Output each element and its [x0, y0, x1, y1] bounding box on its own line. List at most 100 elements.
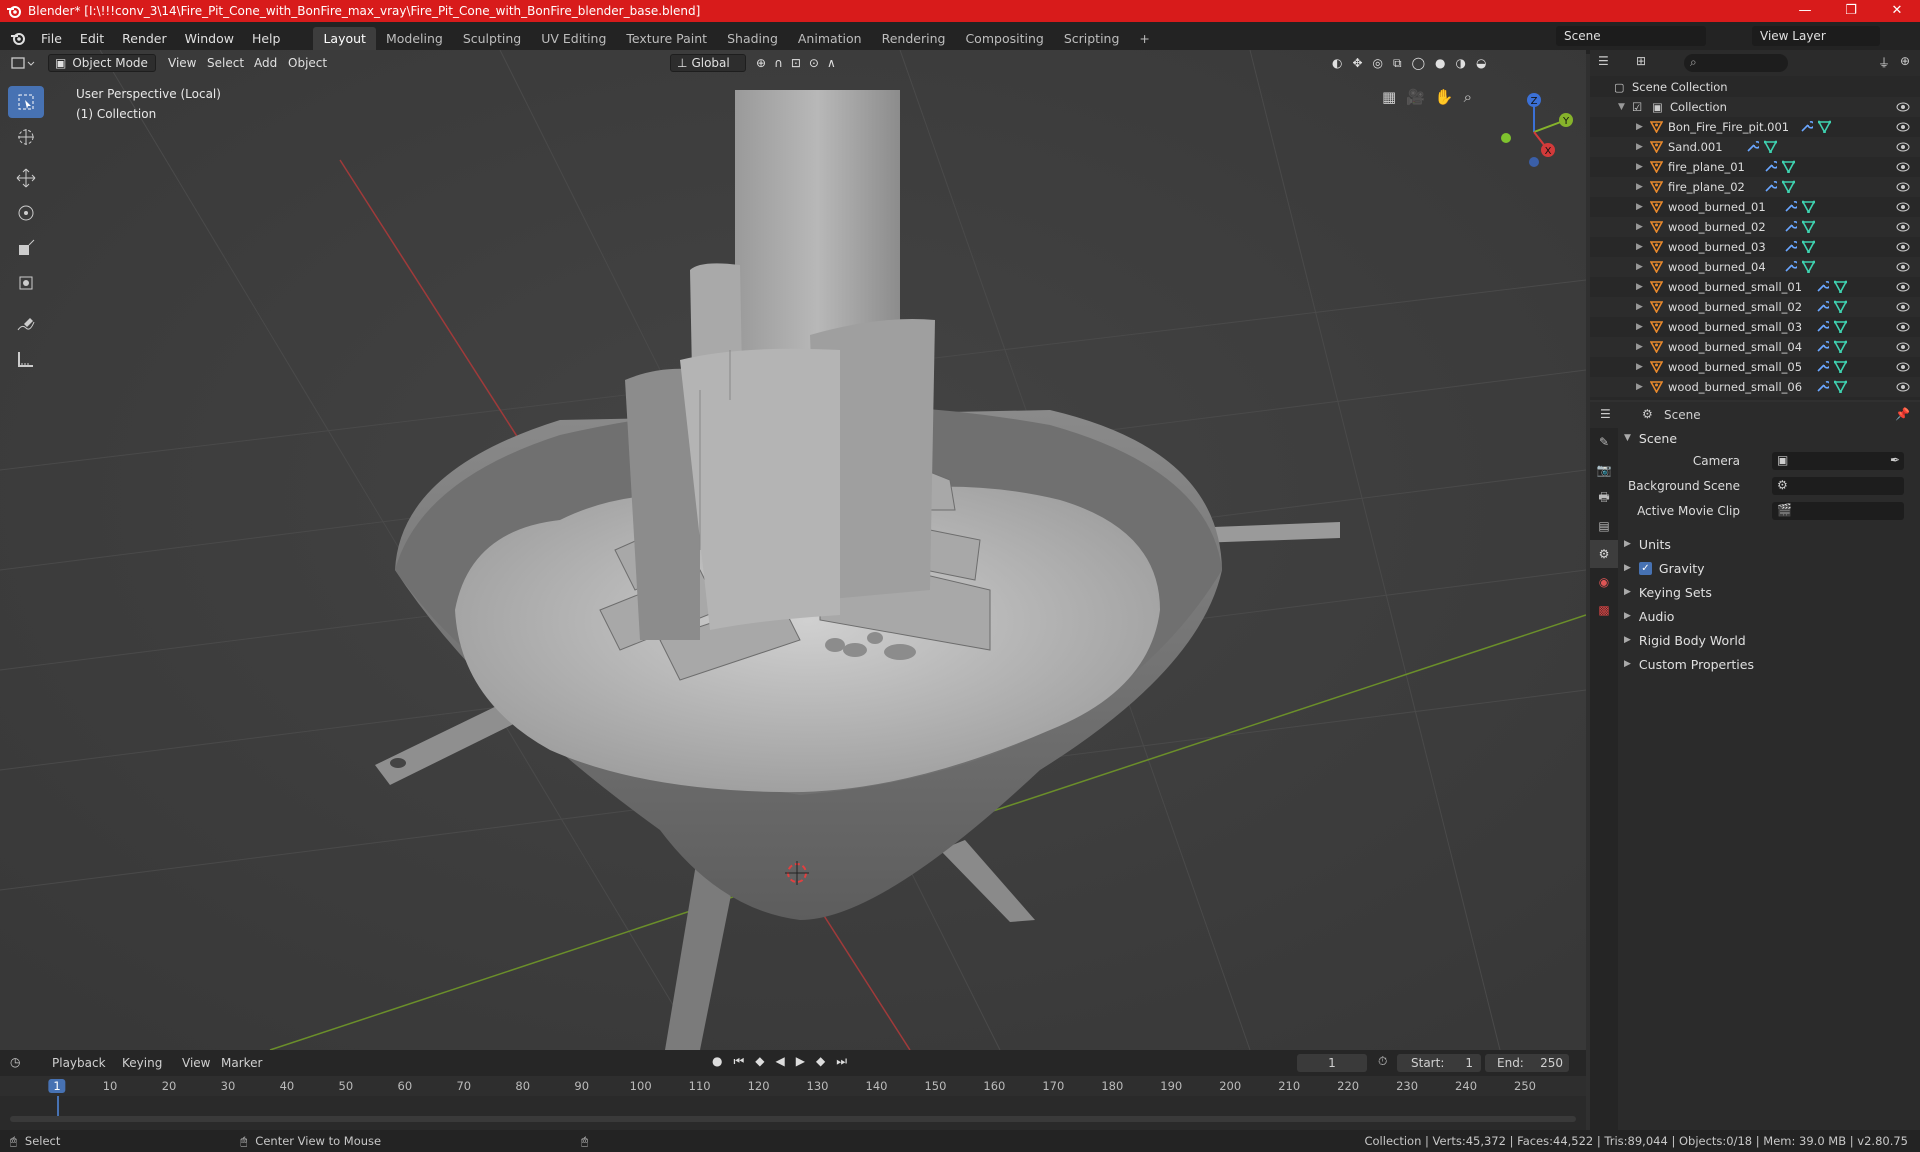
mesh-data-icon[interactable]: [1818, 120, 1831, 133]
cursor-tool[interactable]: [8, 121, 44, 153]
camera-view-icon[interactable]: 🎥: [1406, 88, 1425, 106]
close-button[interactable]: ✕: [1874, 0, 1920, 22]
eye-icon[interactable]: [1896, 262, 1910, 272]
timeline-menu-playback[interactable]: Playback: [52, 1056, 106, 1070]
outliner-item[interactable]: ▶ wood_burned_04: [1590, 257, 1920, 277]
texture-tab[interactable]: ▩: [1590, 596, 1618, 624]
subpanel-header[interactable]: ▶ Custom Properties: [1624, 654, 1754, 674]
view-layer-selector[interactable]: View Layer: [1752, 26, 1880, 46]
modifier-wrench-icon[interactable]: [1816, 340, 1829, 353]
eye-icon[interactable]: [1896, 302, 1910, 312]
proportional-editing-icon[interactable]: ⊙: [809, 56, 819, 70]
mesh-data-icon[interactable]: [1834, 280, 1847, 293]
expand-arrow-icon[interactable]: ▶: [1636, 302, 1643, 312]
eye-icon[interactable]: [1896, 382, 1910, 392]
expand-arrow-icon[interactable]: ▶: [1636, 322, 1643, 332]
modifier-wrench-icon[interactable]: [1816, 360, 1829, 373]
menu-file[interactable]: File: [32, 31, 71, 46]
modifier-wrench-icon[interactable]: [1784, 240, 1797, 253]
end-frame-field[interactable]: End: 250: [1485, 1054, 1569, 1072]
tab-rendering[interactable]: Rendering: [872, 27, 956, 50]
subpanel-header[interactable]: ▶ Keying Sets: [1624, 582, 1712, 602]
material-shading-icon[interactable]: ◑: [1456, 56, 1466, 70]
timeline-menu-marker[interactable]: Marker: [221, 1056, 262, 1070]
blender-menu-icon[interactable]: [10, 30, 26, 46]
outliner-search-input[interactable]: ⌕: [1684, 54, 1788, 72]
start-frame-field[interactable]: Start: 1: [1397, 1054, 1481, 1072]
tab-layout[interactable]: Layout: [313, 26, 376, 50]
viewport-menu-add[interactable]: Add: [254, 54, 277, 72]
eye-icon[interactable]: [1896, 202, 1910, 212]
pan-hand-icon[interactable]: ✋: [1435, 88, 1454, 106]
eyedropper-icon[interactable]: ✒: [1890, 453, 1900, 467]
select-box-tool[interactable]: [8, 86, 44, 118]
subpanel-header[interactable]: ▶ Audio: [1624, 606, 1674, 626]
outliner-item[interactable]: ▶ wood_burned_03: [1590, 237, 1920, 257]
gravity-checkbox[interactable]: ✓: [1638, 561, 1652, 575]
outliner-item[interactable]: ▶ wood_burned_small_06: [1590, 377, 1920, 397]
mesh-data-icon[interactable]: [1764, 140, 1777, 153]
eye-icon[interactable]: [1896, 162, 1910, 172]
eye-icon[interactable]: [1896, 182, 1910, 192]
outliner-item[interactable]: ▶ wood_burned_small_04: [1590, 337, 1920, 357]
render-tab[interactable]: 📷: [1590, 456, 1618, 484]
modifier-wrench-icon[interactable]: [1764, 180, 1777, 193]
outliner-item[interactable]: ▶ wood_burned_small_02: [1590, 297, 1920, 317]
expand-arrow-icon[interactable]: ▶: [1636, 382, 1643, 392]
expand-arrow-icon[interactable]: ▶: [1636, 182, 1643, 192]
falloff-icon[interactable]: ∧: [827, 56, 836, 70]
timeline-scrollbar[interactable]: [10, 1116, 1576, 1122]
jump-end-icon[interactable]: ⏭: [836, 1054, 847, 1069]
eye-icon[interactable]: [1896, 342, 1910, 352]
new-collection-icon[interactable]: ⊕: [1900, 54, 1910, 68]
mesh-data-icon[interactable]: [1834, 380, 1847, 393]
move-tool[interactable]: [8, 162, 44, 194]
add-workspace-button[interactable]: +: [1129, 27, 1159, 50]
scene-tab[interactable]: ⚙: [1590, 540, 1618, 568]
pin-icon[interactable]: 📌: [1895, 407, 1910, 421]
expand-arrow-icon[interactable]: ▶: [1636, 222, 1643, 232]
rotate-tool[interactable]: [8, 197, 44, 229]
timeline-menu-view[interactable]: View: [182, 1056, 210, 1070]
jump-start-icon[interactable]: ⏮: [733, 1054, 744, 1069]
modifier-wrench-icon[interactable]: [1764, 160, 1777, 173]
modifier-wrench-icon[interactable]: [1816, 300, 1829, 313]
prev-keyframe-icon[interactable]: ◆: [755, 1054, 764, 1069]
outliner-item[interactable]: ▶ wood_burned_small_01: [1590, 277, 1920, 297]
minimize-button[interactable]: —: [1782, 0, 1828, 22]
timeline-menu-keying[interactable]: Keying: [122, 1056, 162, 1070]
tab-animation[interactable]: Animation: [788, 27, 872, 50]
mesh-data-icon[interactable]: [1834, 340, 1847, 353]
outliner-editor-icon[interactable]: ☰: [1598, 54, 1609, 68]
subpanel-header[interactable]: ▶ Units: [1624, 534, 1671, 554]
view-layer-tab[interactable]: ▤: [1590, 512, 1618, 540]
measure-tool[interactable]: [8, 343, 44, 375]
tab-scripting[interactable]: Scripting: [1054, 27, 1130, 50]
viewport-menu-object[interactable]: Object: [288, 54, 327, 72]
world-tab[interactable]: ◉: [1590, 568, 1618, 596]
background-scene-field[interactable]: ⚙: [1772, 477, 1904, 495]
rendered-shading-icon[interactable]: ◒: [1476, 56, 1486, 70]
expand-arrow-icon[interactable]: ▶: [1636, 242, 1643, 252]
camera-field[interactable]: ▣ ✒: [1772, 452, 1904, 470]
gizmo-toggle-icon[interactable]: ✥: [1352, 56, 1362, 70]
outliner-item[interactable]: ▶ fire_plane_02: [1590, 177, 1920, 197]
tab-compositing[interactable]: Compositing: [955, 27, 1053, 50]
visibility-icon[interactable]: ◐: [1332, 56, 1342, 70]
expand-arrow-icon[interactable]: ▶: [1636, 282, 1643, 292]
expand-arrow-icon[interactable]: ▶: [1636, 362, 1643, 372]
eye-icon[interactable]: [1896, 222, 1910, 232]
annotate-tool[interactable]: [8, 308, 44, 340]
transform-orientation-dropdown[interactable]: ⊥ Global: [670, 54, 746, 72]
subpanel-header[interactable]: ▶ ✓ Gravity: [1624, 558, 1705, 578]
eye-icon[interactable]: [1896, 102, 1910, 112]
eye-icon[interactable]: [1896, 142, 1910, 152]
snap-magnet-icon[interactable]: ∩: [774, 56, 783, 70]
maximize-button[interactable]: ❐: [1828, 0, 1874, 22]
menu-window[interactable]: Window: [176, 31, 243, 46]
collection-checkbox-icon[interactable]: ☑: [1632, 100, 1642, 114]
mesh-data-icon[interactable]: [1802, 200, 1815, 213]
tool-tab[interactable]: ✎: [1590, 428, 1618, 456]
modifier-wrench-icon[interactable]: [1800, 120, 1813, 133]
output-tab[interactable]: 🖶: [1590, 484, 1618, 512]
